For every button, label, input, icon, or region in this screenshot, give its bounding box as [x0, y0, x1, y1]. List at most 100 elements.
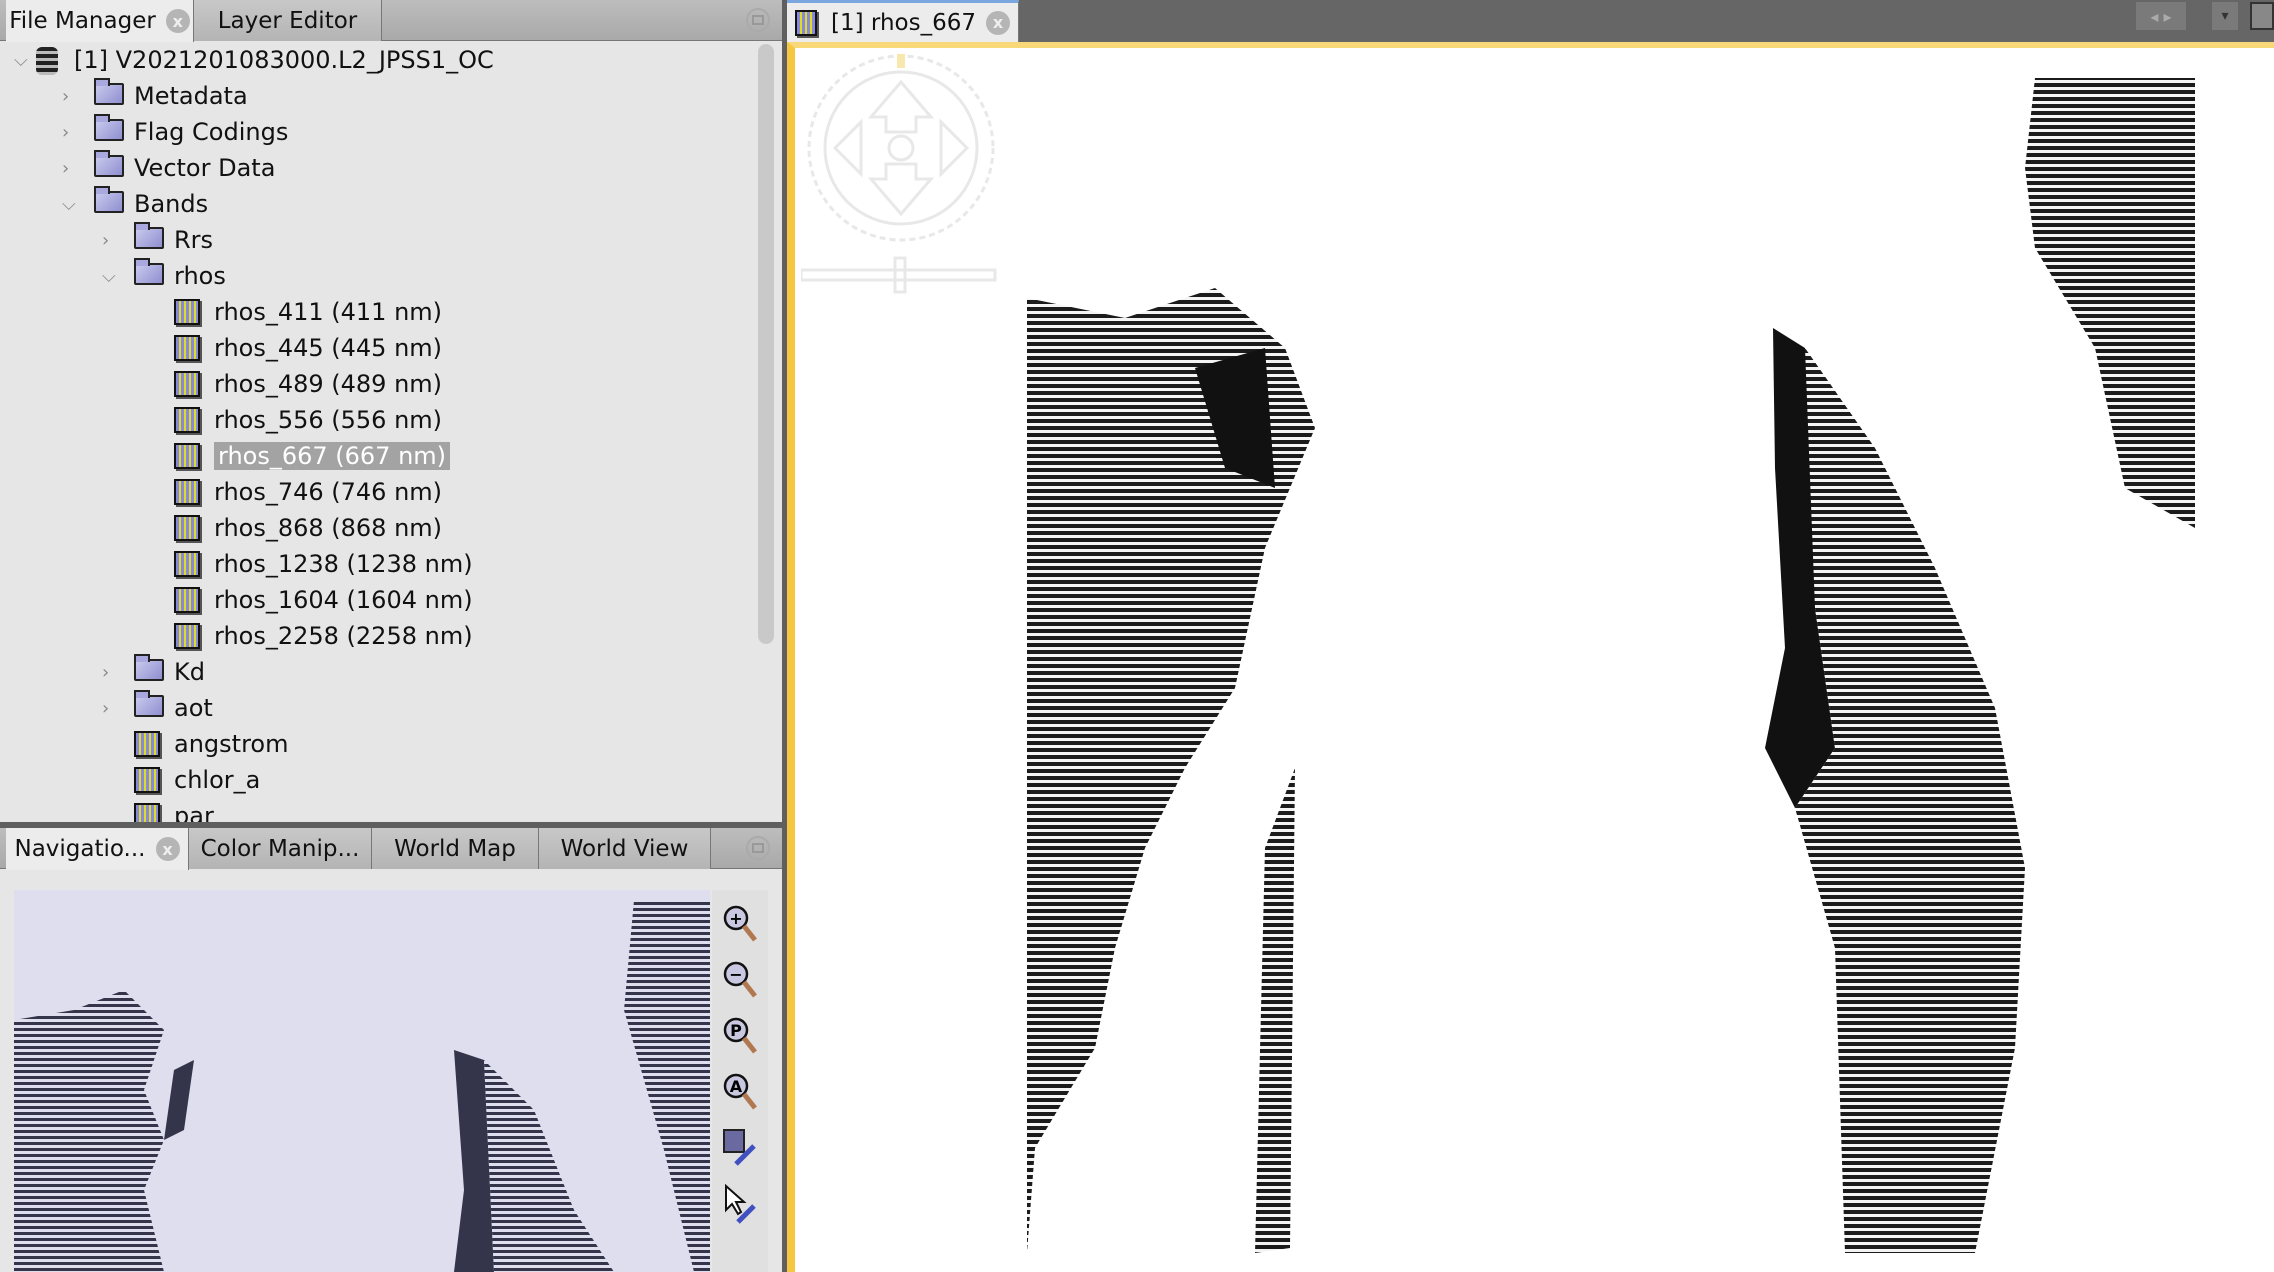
tree-item[interactable]: rhos_556 (556 nm) — [8, 402, 748, 438]
band-icon — [134, 767, 160, 793]
close-icon[interactable]: x — [165, 9, 190, 33]
scroll-tabs-left-button[interactable]: ◂ ▸ — [2136, 2, 2186, 30]
chevron-right-icon[interactable]: › — [102, 698, 109, 719]
close-icon[interactable]: x — [155, 837, 180, 861]
band-icon — [174, 479, 200, 505]
chevron-down-icon[interactable]: ⌵ — [14, 50, 28, 71]
tab-label: World Map — [394, 835, 516, 862]
navigation-panel: Navigatio... x Color Manip... World Map W… — [0, 828, 782, 1272]
chevron-right-icon[interactable]: › — [62, 158, 69, 179]
svg-text:A: A — [730, 1077, 743, 1096]
tree-item-label: par — [174, 802, 214, 822]
tree-item[interactable]: rhos_411 (411 nm) — [8, 294, 748, 330]
tree-scrollbar[interactable] — [758, 44, 774, 644]
tab-layer-editor[interactable]: Layer Editor — [194, 0, 382, 41]
tab-world-map[interactable]: World Map — [372, 828, 539, 869]
svg-text:−: − — [729, 965, 742, 984]
tree-item[interactable]: rhos_667 (667 nm) — [8, 438, 748, 474]
folder-icon — [94, 186, 124, 213]
database-icon — [36, 47, 58, 75]
tree-item[interactable]: rhos_868 (868 nm) — [8, 510, 748, 546]
zoom-out-icon[interactable]: − — [722, 960, 758, 1000]
folder-icon — [134, 258, 164, 285]
tab-label: Navigatio... — [14, 836, 146, 862]
navigation-overview-image[interactable] — [14, 890, 710, 1272]
tab-label: World View — [560, 835, 689, 862]
tab-list-dropdown[interactable]: ▾ — [2212, 2, 2238, 30]
close-icon[interactable]: x — [985, 10, 1010, 35]
band-icon — [795, 9, 817, 36]
band-icon — [174, 443, 200, 469]
tab-rhos-667[interactable]: [1] rhos_667 x — [787, 0, 1019, 42]
tree-item[interactable]: › Metadata — [8, 78, 748, 114]
tree-item-label: aot — [174, 694, 213, 722]
tab-label: Layer Editor — [217, 7, 358, 34]
tree-item[interactable]: rhos_445 (445 nm) — [8, 330, 748, 366]
sync-cursor-icon[interactable] — [722, 1183, 758, 1224]
file-manager-panel: File Manager x Layer Editor ⌵ [1] V2021201… — [0, 0, 782, 822]
band-icon — [174, 407, 200, 433]
chevron-down-icon[interactable]: ⌵ — [62, 194, 76, 215]
tree-item[interactable]: rhos_746 (746 nm) — [8, 474, 748, 510]
product-tree: ⌵ [1] V2021201083000.L2_JPSS1_OC › Metadata… — [8, 42, 758, 822]
tab-navigation[interactable]: Navigatio... x — [6, 828, 189, 870]
tree-item-label: rhos_868 (868 nm) — [214, 514, 443, 542]
tab-label: File Manager — [9, 8, 156, 34]
tab-color-manipulation[interactable]: Color Manip... — [189, 828, 372, 869]
tab-file-manager[interactable]: File Manager x — [6, 0, 194, 42]
tree-item[interactable]: rhos_1238 (1238 nm) — [8, 546, 748, 582]
chevron-right-icon[interactable]: › — [62, 86, 69, 107]
tree-item-label: [1] V2021201083000.L2_JPSS1_OC — [74, 46, 494, 74]
folder-icon — [134, 690, 164, 717]
band-icon — [174, 299, 200, 325]
tree-item[interactable]: ⌵ rhos — [8, 258, 748, 294]
tree-item[interactable]: › Vector Data — [8, 150, 748, 186]
tree-item[interactable]: rhos_1604 (1604 nm) — [8, 582, 748, 618]
band-icon — [174, 551, 200, 577]
image-view-tabbar: [1] rhos_667 x ◂ ▸ ▾ — [787, 0, 2274, 42]
tree-item-label: rhos_1604 (1604 nm) — [214, 586, 473, 614]
minimize-icon[interactable] — [746, 836, 770, 860]
tree-item-label: Metadata — [134, 82, 248, 110]
tree-item[interactable]: par — [8, 798, 748, 822]
chevron-right-icon[interactable]: › — [102, 662, 109, 683]
tree-item-label: angstrom — [174, 730, 289, 758]
tree-item[interactable]: rhos_489 (489 nm) — [8, 366, 748, 402]
tree-item[interactable]: › Rrs — [8, 222, 748, 258]
zoom-all-icon[interactable]: A — [722, 1072, 758, 1112]
tree-item-label: rhos — [174, 262, 226, 290]
tree-item[interactable]: ⌵ [1] V2021201083000.L2_JPSS1_OC — [8, 42, 748, 78]
tree-item-label: rhos_556 (556 nm) — [214, 406, 443, 434]
tab-world-view[interactable]: World View — [539, 828, 711, 869]
tree-item-label: rhos_746 (746 nm) — [214, 478, 443, 506]
tree-item[interactable]: › aot — [8, 690, 748, 726]
zoom-pixel-icon[interactable]: P — [722, 1016, 758, 1056]
chevron-right-icon[interactable]: › — [62, 122, 69, 143]
navigation-toolbar: + − P A — [712, 890, 768, 1272]
tree-item-label: rhos_667 (667 nm) — [214, 442, 451, 470]
band-icon — [174, 623, 200, 649]
zoom-in-icon[interactable]: + — [722, 904, 758, 944]
tree-item-label: Rrs — [174, 226, 214, 254]
tree-item[interactable]: ⌵ Bands — [8, 186, 748, 222]
tree-item[interactable]: chlor_a — [8, 762, 748, 798]
tree-item[interactable]: › Kd — [8, 654, 748, 690]
image-view[interactable] — [787, 42, 2274, 1272]
band-icon — [174, 335, 200, 361]
tree-item-label: Bands — [134, 190, 209, 218]
tree-item[interactable]: angstrom — [8, 726, 748, 762]
chevron-down-icon[interactable]: ⌵ — [102, 266, 116, 287]
svg-text:P: P — [730, 1021, 742, 1040]
folder-icon — [94, 114, 124, 141]
minimize-icon[interactable] — [746, 8, 770, 32]
tree-item[interactable]: rhos_2258 (2258 nm) — [8, 618, 748, 654]
tree-item[interactable]: › Flag Codings — [8, 114, 748, 150]
tree-item-label: Kd — [174, 658, 205, 686]
file-manager-tabbar: File Manager x Layer Editor — [0, 0, 782, 42]
folder-icon — [134, 222, 164, 249]
satellite-image — [1027, 78, 2195, 1253]
chevron-right-icon[interactable]: › — [102, 230, 109, 251]
svg-text:+: + — [729, 909, 742, 928]
sync-views-icon[interactable] — [722, 1128, 758, 1168]
maximize-button[interactable] — [2250, 2, 2274, 30]
